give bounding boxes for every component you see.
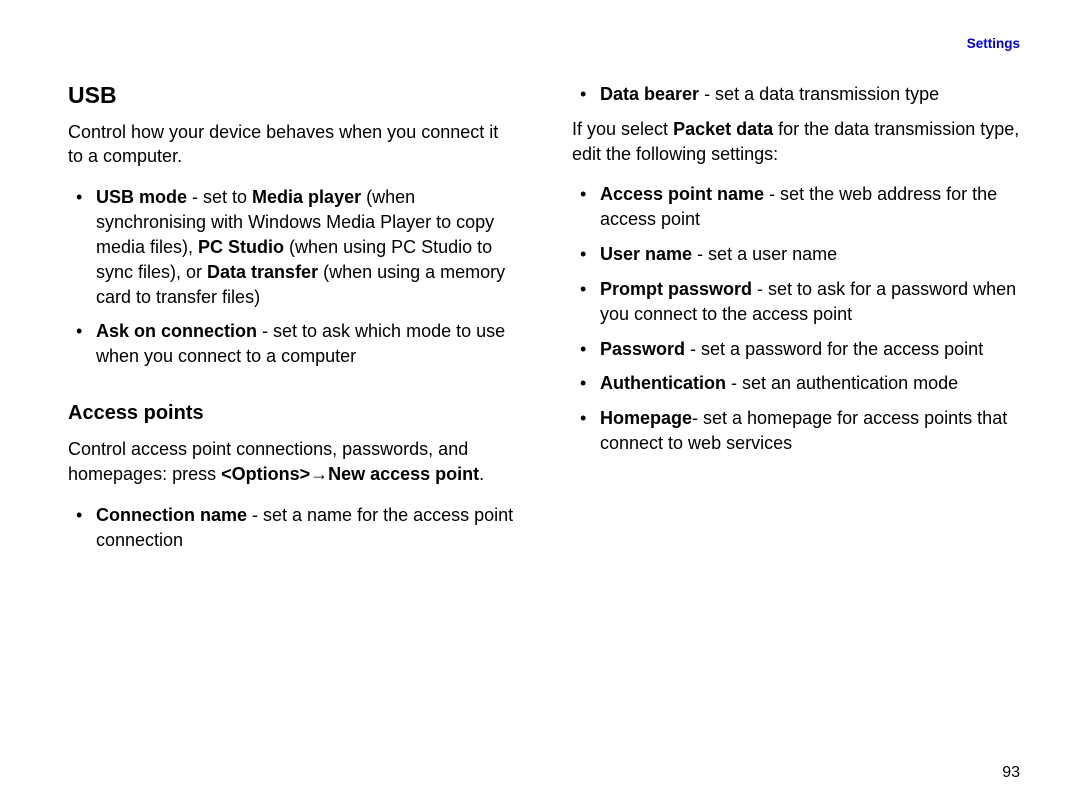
bold-text: Prompt password — [600, 279, 752, 299]
list-item: USB mode - set to Media player (when syn… — [68, 185, 516, 309]
data-bearer-list: Data bearer - set a data transmission ty… — [572, 82, 1020, 107]
bold-text: Password — [600, 339, 685, 359]
bold-text: Access point name — [600, 184, 764, 204]
bold-text: User name — [600, 244, 692, 264]
bold-text: PC Studio — [198, 237, 284, 257]
bold-text: New access point — [328, 464, 479, 484]
bold-text: Connection name — [96, 505, 247, 525]
access-points-heading: Access points — [68, 401, 516, 425]
bold-text: Media player — [252, 187, 361, 207]
bold-text: Packet data — [673, 119, 773, 139]
bold-text: USB mode — [96, 187, 187, 207]
list-item: Data bearer - set a data transmission ty… — [572, 82, 1020, 107]
bold-text: <Options> — [221, 464, 310, 484]
list-item: Prompt password - set to ask for a passw… — [572, 277, 1020, 327]
bold-text: Data bearer — [600, 84, 699, 104]
bold-text: Ask on connection — [96, 321, 257, 341]
packet-data-intro: If you select Packet data for the data t… — [572, 117, 1020, 167]
text: . — [479, 464, 484, 484]
text: - set an authentication mode — [726, 373, 958, 393]
bold-text: Authentication — [600, 373, 726, 393]
text: - set a data transmission type — [699, 84, 939, 104]
text: If you select — [572, 119, 673, 139]
list-item: Connection name - set a name for the acc… — [68, 503, 516, 553]
list-item: Homepage- set a homepage for access poin… — [572, 406, 1020, 456]
arrow-icon: → — [310, 462, 328, 487]
page-number: 93 — [1002, 764, 1020, 782]
page-content: USB Control how your device behaves when… — [0, 0, 1080, 562]
left-column: USB Control how your device behaves when… — [68, 82, 516, 562]
list-item: Password - set a password for the access… — [572, 337, 1020, 362]
list-item: Authentication - set an authentication m… — [572, 371, 1020, 396]
bold-text: Data transfer — [207, 262, 318, 282]
access-points-intro: Control access point connections, passwo… — [68, 437, 516, 487]
settings-link[interactable]: Settings — [967, 36, 1020, 51]
bold-text: Homepage — [600, 408, 692, 428]
access-points-list: Connection name - set a name for the acc… — [68, 503, 516, 553]
list-item: User name - set a user name — [572, 242, 1020, 267]
usb-intro: Control how your device behaves when you… — [68, 120, 516, 170]
text: - set a user name — [692, 244, 837, 264]
usb-heading: USB — [68, 82, 516, 110]
usb-list: USB mode - set to Media player (when syn… — [68, 185, 516, 369]
right-column: Data bearer - set a data transmission ty… — [572, 82, 1020, 562]
list-item: Ask on connection - set to ask which mod… — [68, 319, 516, 369]
text: - set to — [187, 187, 252, 207]
packet-data-list: Access point name - set the web address … — [572, 182, 1020, 455]
text: - set a password for the access point — [685, 339, 983, 359]
list-item: Access point name - set the web address … — [572, 182, 1020, 232]
